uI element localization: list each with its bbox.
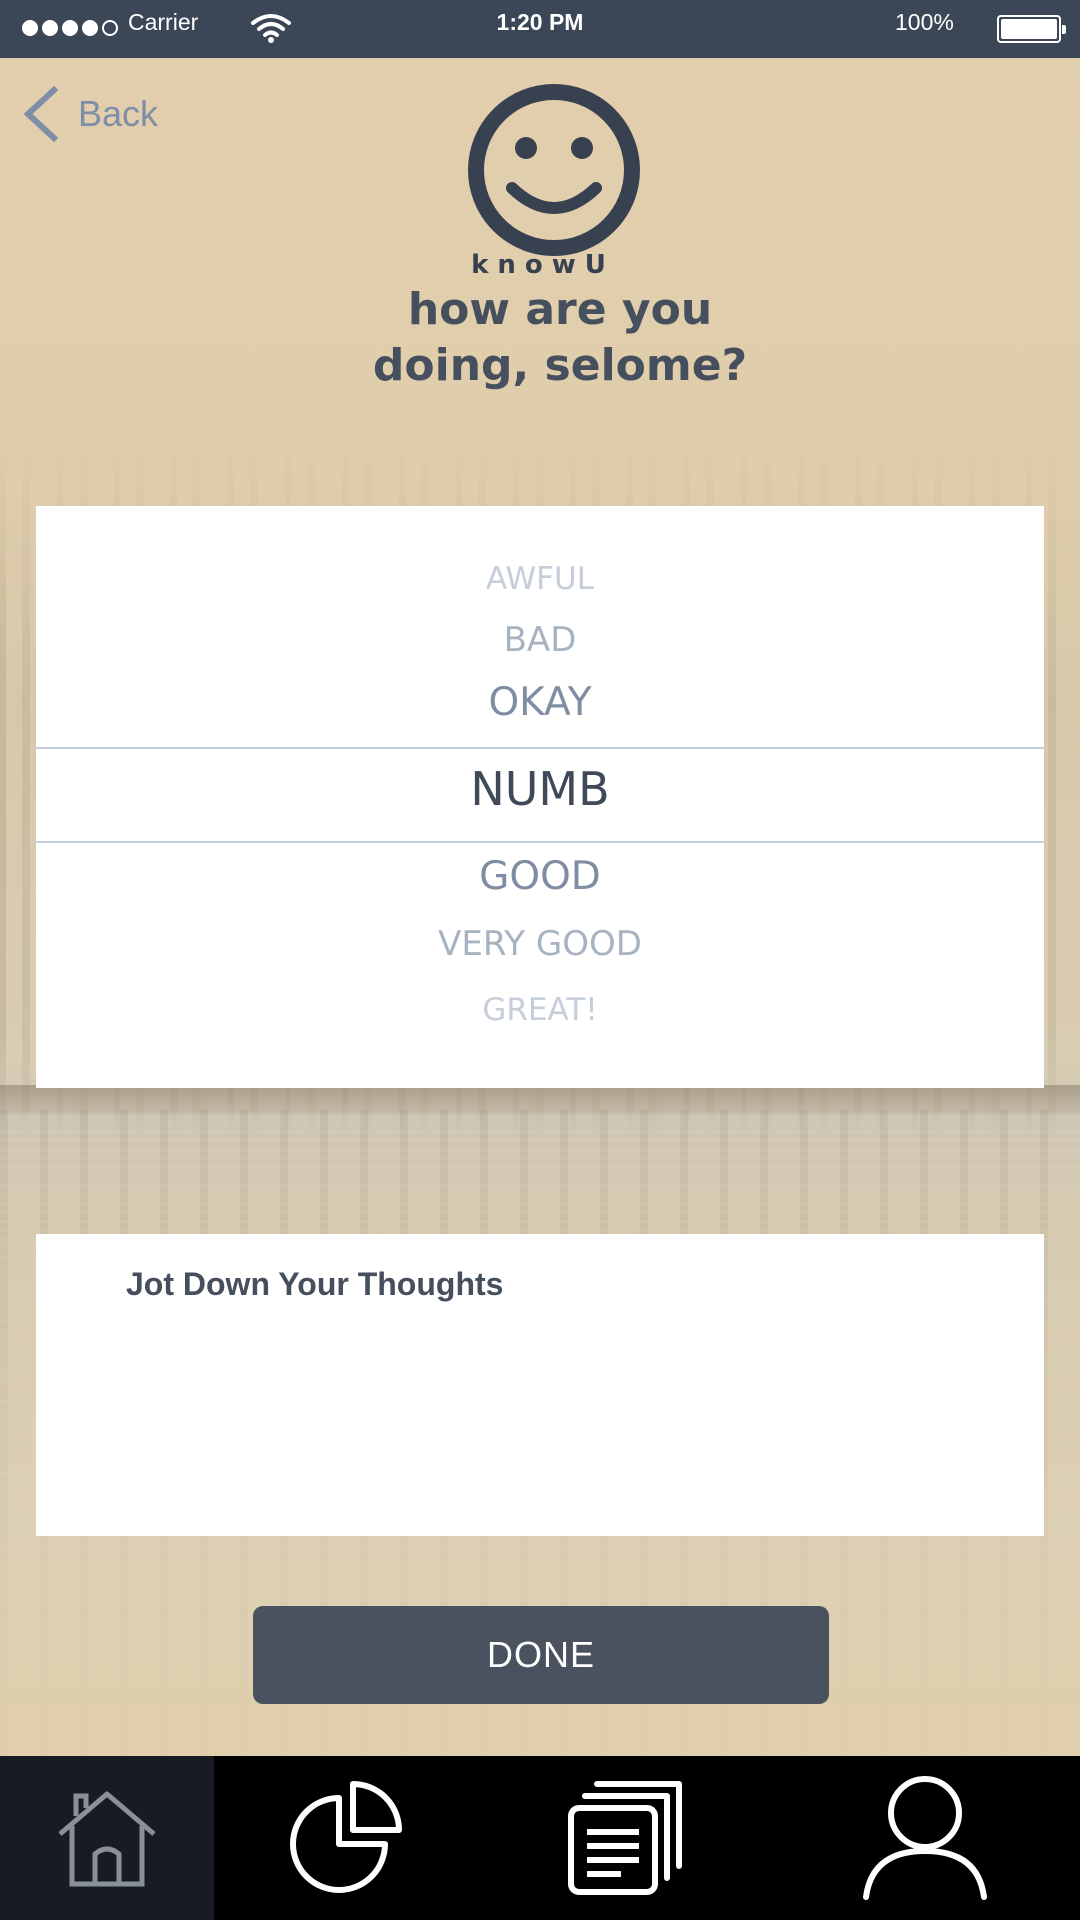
done-button[interactable]: DONE: [253, 1606, 829, 1704]
greeting-text: how are you doing, selome?: [372, 284, 748, 391]
home-icon: [58, 1791, 156, 1887]
mood-option-selected[interactable]: NUMB: [36, 762, 1044, 816]
tab-bar: [0, 1756, 1080, 1920]
mood-option[interactable]: VERY GOOD: [36, 924, 1044, 964]
mood-option[interactable]: GOOD: [36, 854, 1044, 899]
status-bar: Carrier 1:20 PM 100%: [0, 0, 1080, 58]
thoughts-input[interactable]: [126, 1320, 1006, 1510]
back-button[interactable]: Back: [22, 86, 158, 142]
tab-home[interactable]: [0, 1756, 214, 1920]
thoughts-label: Jot Down Your Thoughts: [126, 1266, 504, 1302]
mood-picker[interactable]: AWFUL BAD OKAY NUMB GOOD VERY GOOD GREAT…: [36, 506, 1044, 1088]
pie-chart-icon: [290, 1781, 402, 1893]
smiley-logo-icon: [468, 84, 640, 256]
profile-icon: [863, 1776, 987, 1900]
mood-option[interactable]: OKAY: [36, 680, 1044, 725]
mood-option[interactable]: GREAT!: [36, 992, 1044, 1028]
documents-icon: [568, 1781, 682, 1895]
greeting-heading: how are you doing, selome?: [0, 282, 1080, 394]
back-label: Back: [78, 93, 159, 134]
mood-option[interactable]: BAD: [36, 620, 1044, 660]
tab-profile[interactable]: [770, 1756, 1080, 1920]
mood-option[interactable]: AWFUL: [36, 561, 1044, 597]
battery-percent: 100%: [895, 9, 954, 35]
battery-icon: [997, 15, 1066, 43]
tab-journal[interactable]: [480, 1756, 770, 1920]
chevron-left-icon: [23, 86, 59, 142]
brand-name: knowU: [471, 250, 615, 280]
thoughts-panel[interactable]: Jot Down Your Thoughts: [36, 1234, 1044, 1536]
tab-stats[interactable]: [214, 1756, 480, 1920]
